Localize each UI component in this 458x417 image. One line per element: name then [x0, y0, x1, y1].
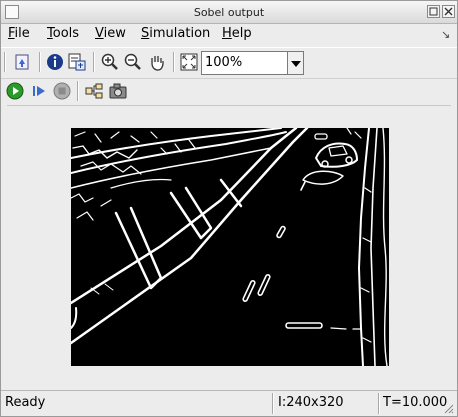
- menu-help[interactable]: Help: [221, 26, 253, 41]
- main-toolbar: 100%: [1, 47, 457, 77]
- title-bar[interactable]: Sobel output: [1, 1, 457, 24]
- step-forward-icon[interactable]: [29, 81, 49, 101]
- image-dimensions: I:240x320: [278, 395, 344, 410]
- toolbar-separator: [173, 52, 175, 72]
- snapshot-camera-icon[interactable]: [108, 81, 128, 101]
- properties-icon[interactable]: [67, 52, 87, 72]
- status-bar: Ready I:240x320 T=10.000: [1, 390, 457, 416]
- pan-hand-icon[interactable]: [147, 52, 167, 72]
- zoom-out-icon[interactable]: [123, 52, 143, 72]
- edge-image-svg: [71, 128, 389, 366]
- simulation-time: T=10.000: [383, 395, 448, 410]
- status-divider: [378, 393, 380, 414]
- menu-tools[interactable]: Tools: [46, 26, 80, 41]
- window-title: Sobel output: [193, 6, 265, 19]
- toolbar-separator: [39, 52, 41, 72]
- close-icon: [444, 7, 453, 16]
- toolbar-separator: [93, 52, 95, 72]
- status-divider: [272, 393, 274, 414]
- close-button[interactable]: [442, 5, 455, 18]
- resize-grip-icon[interactable]: [442, 402, 454, 414]
- sobel-output-window: Sobel output File Tools View Simulation …: [0, 0, 458, 417]
- sobel-output-image: [71, 128, 389, 366]
- menu-view[interactable]: View: [94, 26, 127, 41]
- info-icon[interactable]: [45, 52, 65, 72]
- toolbar-grip: [4, 52, 6, 72]
- status-text: Ready: [5, 395, 46, 410]
- menu-simulation[interactable]: Simulation: [140, 26, 211, 41]
- go-to-parent-icon[interactable]: [13, 52, 33, 72]
- toolbar-separator: [77, 81, 79, 101]
- run-icon[interactable]: [5, 81, 25, 101]
- chevron-down-icon[interactable]: [287, 52, 303, 74]
- menu-file[interactable]: File: [7, 26, 31, 41]
- zoom-in-icon[interactable]: [100, 52, 120, 72]
- stop-icon[interactable]: [52, 81, 72, 101]
- zoom-value: 100%: [205, 55, 243, 70]
- fit-to-view-icon[interactable]: [179, 52, 199, 72]
- simulation-toolbar: [1, 78, 457, 102]
- maximize-icon: [429, 7, 438, 16]
- maximize-button[interactable]: [427, 5, 440, 18]
- menu-bar: File Tools View Simulation Help ↘: [1, 24, 457, 45]
- dock-arrow-icon[interactable]: ↘: [441, 28, 450, 41]
- highlight-block-icon[interactable]: [84, 81, 104, 101]
- zoom-select[interactable]: 100%: [201, 51, 304, 75]
